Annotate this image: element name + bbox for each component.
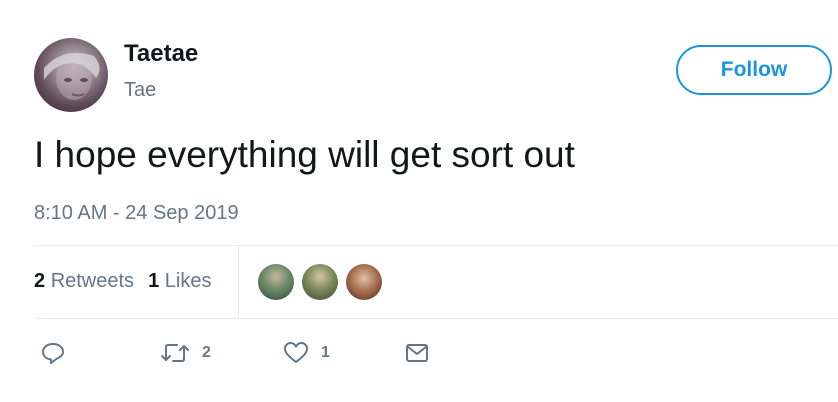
retweets-stat[interactable]: 2 Retweets <box>34 270 134 292</box>
user-handle[interactable]: Tae <box>124 78 156 102</box>
like-count: 1 <box>321 344 330 361</box>
follow-button[interactable]: Follow <box>676 45 832 95</box>
retweet-icon <box>161 344 189 362</box>
liker-avatars <box>258 264 382 300</box>
stats-separator <box>238 245 239 318</box>
liker-avatar[interactable] <box>258 264 294 300</box>
divider <box>34 245 838 246</box>
like-button[interactable]: 1 <box>283 340 330 366</box>
heart-icon <box>284 342 308 363</box>
likes-stat[interactable]: 1 Likes <box>148 270 211 292</box>
liker-avatar[interactable] <box>302 264 338 300</box>
avatar-image <box>44 52 100 100</box>
liker-avatar[interactable] <box>346 264 382 300</box>
reply-button[interactable] <box>40 340 66 366</box>
reply-icon <box>42 343 64 364</box>
engagement-stats: 2 Retweets 1 Likes <box>34 268 211 294</box>
tweet-actions: 2 1 <box>0 340 838 370</box>
retweet-count: 2 <box>202 344 211 361</box>
tweet-timestamp[interactable]: 8:10 AM - 24 Sep 2019 <box>34 200 239 226</box>
tweet-card: Taetae Tae Follow I hope everything will… <box>0 0 838 402</box>
retweets-count: 2 <box>34 270 46 292</box>
retweet-button[interactable]: 2 <box>160 340 211 366</box>
retweets-label: Retweets <box>50 270 135 292</box>
avatar[interactable] <box>34 38 108 112</box>
likes-label: Likes <box>164 270 212 292</box>
likes-count: 1 <box>148 270 160 292</box>
envelope-icon <box>406 344 428 362</box>
direct-message-button[interactable] <box>404 340 430 366</box>
display-name[interactable]: Taetae <box>124 40 198 68</box>
tweet-text: I hope everything will get sort out <box>34 134 575 175</box>
divider <box>34 318 838 319</box>
